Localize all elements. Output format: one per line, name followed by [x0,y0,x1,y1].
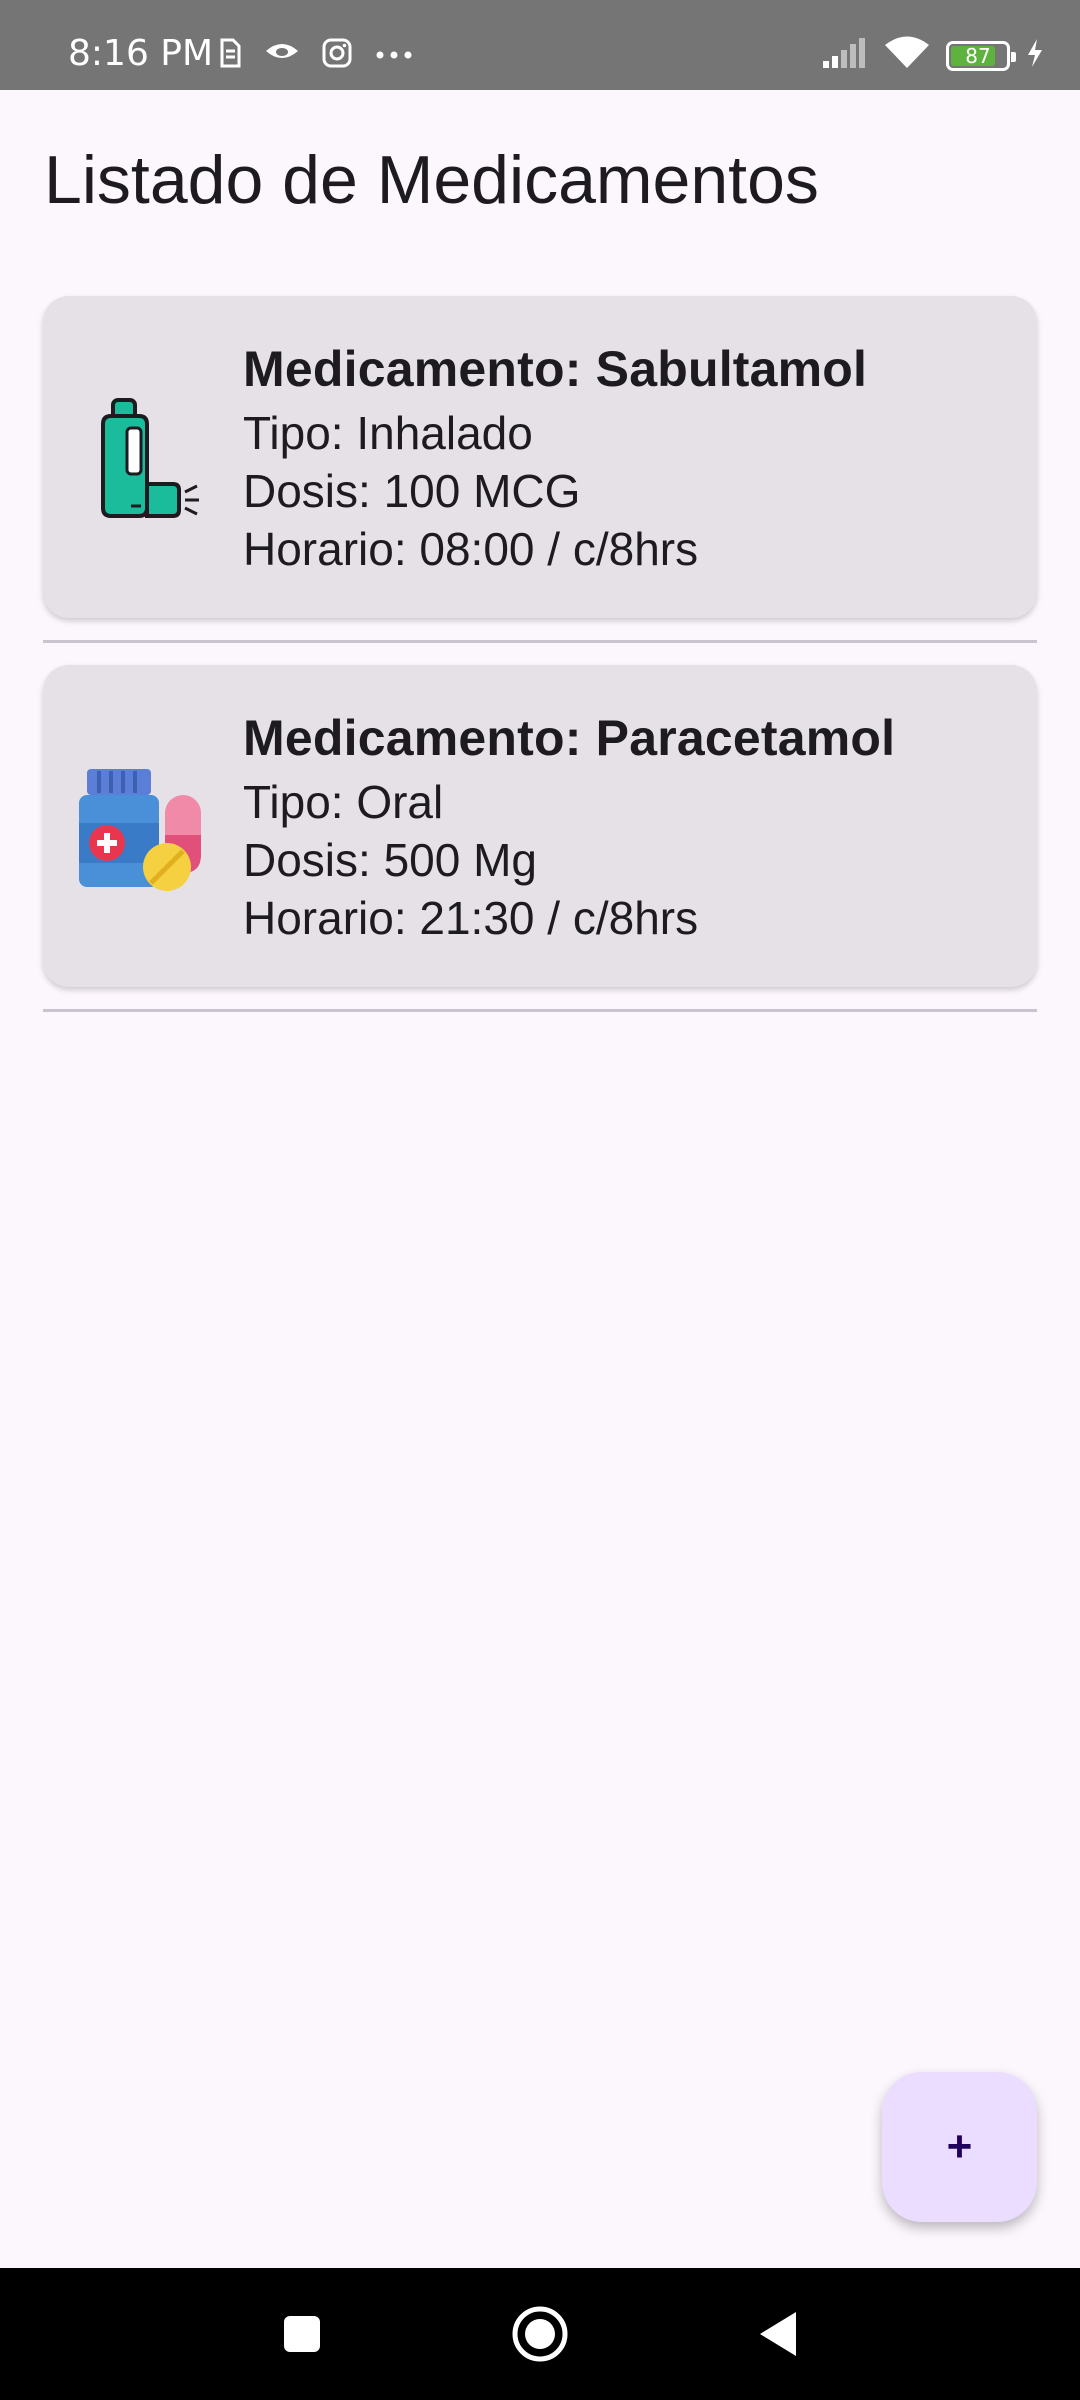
eye-icon [264,41,300,70]
sim-icon [218,38,242,73]
back-button[interactable] [738,2268,818,2400]
home-icon [512,2306,568,2362]
medication-card[interactable]: Medicamento: Sabultamol Tipo: Inhalado D… [43,296,1037,618]
divider [43,640,1037,643]
medication-name: Medicamento: Sabultamol [243,341,868,397]
medication-dose: Dosis: 500 Mg [243,834,538,886]
medication-type: Tipo: Oral [243,776,444,828]
navigation-bar [0,2268,1080,2400]
more-dots-icon [374,47,414,65]
medication-name: Medicamento: Paracetamol [243,710,896,766]
divider [43,1009,1037,1012]
pill-bottle-icon [73,757,213,897]
instagram-icon [322,38,352,73]
medication-details: Medicamento: Sabultamol Tipo: Inhalado D… [243,340,867,578]
signal-icon [822,37,868,74]
recents-icon [284,2316,320,2352]
medication-dose: Dosis: 100 MCG [243,465,581,517]
status-icons-left [218,38,414,73]
medication-details: Medicamento: Paracetamol Tipo: Oral Dosi… [243,709,895,947]
recents-button[interactable] [262,2268,342,2400]
status-icons-right: 87 [822,36,1044,75]
medication-schedule: Horario: 21:30 / c/8hrs [243,892,699,944]
back-icon [760,2312,796,2356]
medication-type: Tipo: Inhalado [243,407,533,459]
add-medication-button[interactable]: + [882,2072,1037,2222]
medication-schedule: Horario: 08:00 / c/8hrs [243,523,699,575]
charging-icon [1026,38,1044,73]
battery-level: 87 [965,43,991,68]
medication-card[interactable]: Medicamento: Paracetamol Tipo: Oral Dosi… [43,665,1037,987]
medication-list: Medicamento: Sabultamol Tipo: Inhalado D… [43,296,1037,1034]
battery-icon: 87 [946,40,1016,71]
inhaler-icon [73,388,213,528]
page-title: Listado de Medicamentos [44,142,819,218]
status-time: 8:16 PM [68,33,214,74]
status-bar: 8:16 PM 87 [0,0,1080,90]
home-button[interactable] [500,2268,580,2400]
wifi-icon [884,36,930,75]
